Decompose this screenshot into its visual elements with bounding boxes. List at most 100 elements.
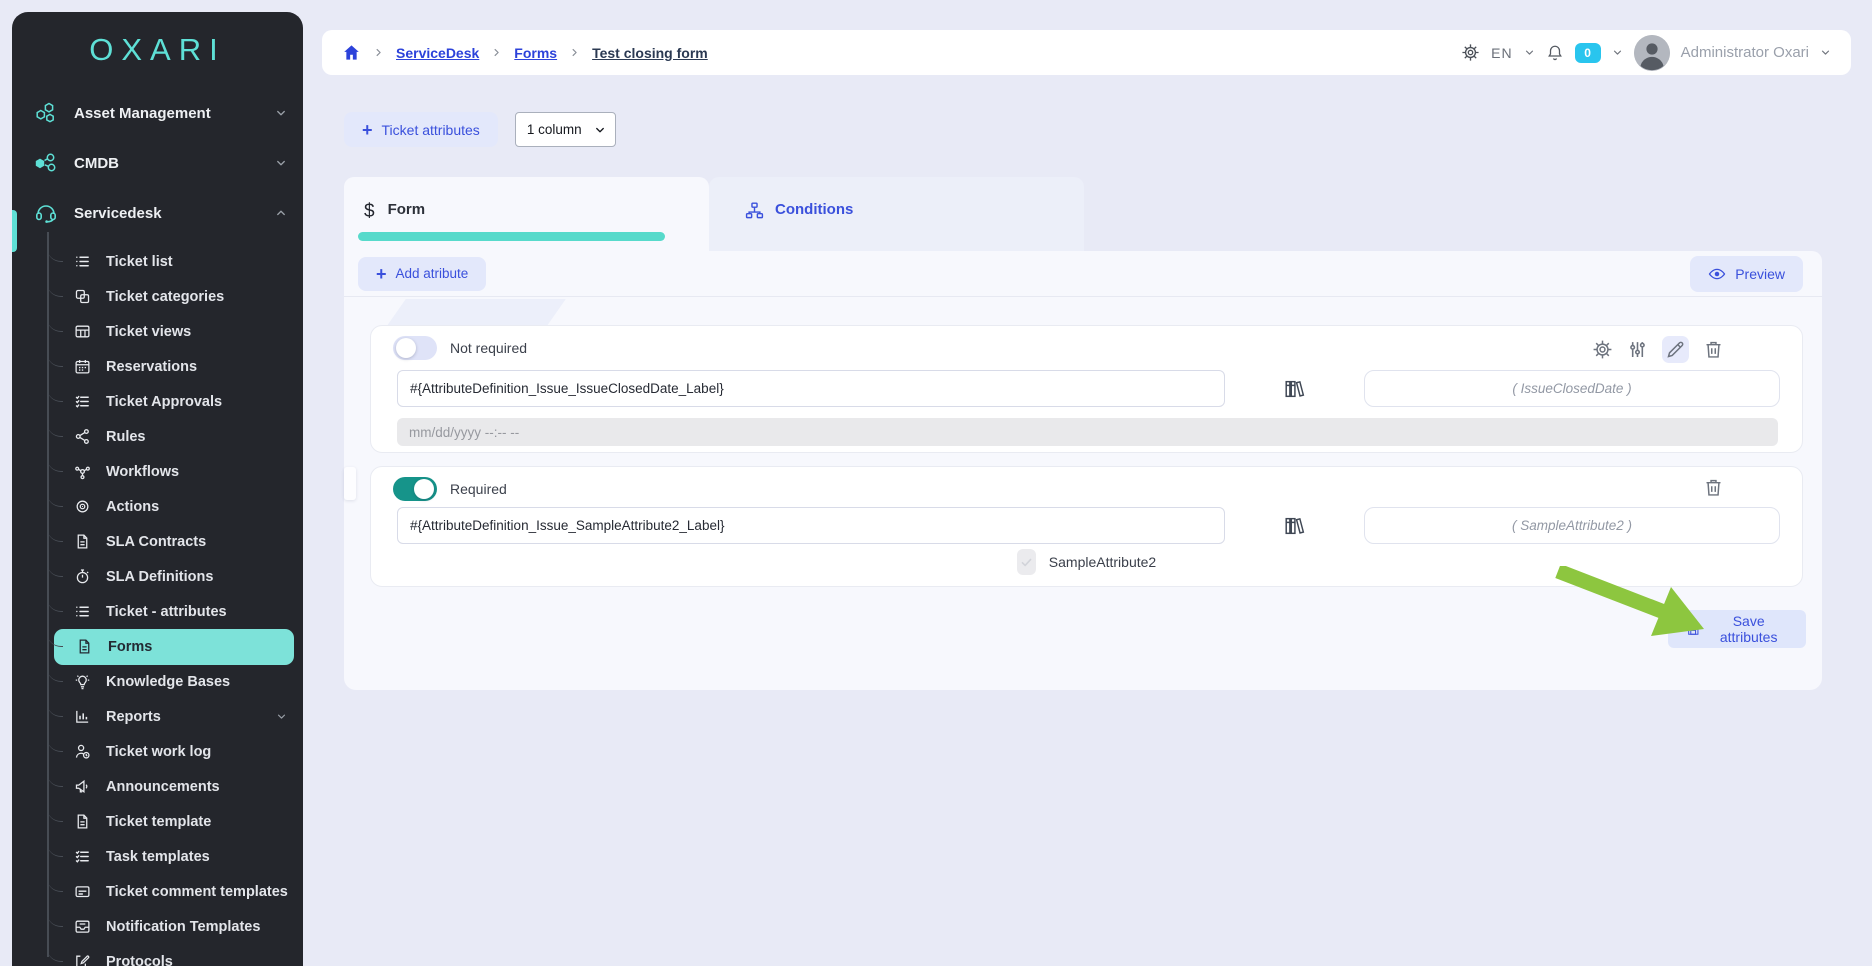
- sidebar-item-label: CMDB: [74, 155, 119, 172]
- required-toggle[interactable]: [393, 336, 437, 360]
- calendar-icon: [74, 358, 91, 375]
- sidebar-item-label: Servicedesk: [74, 205, 162, 222]
- card-icon: [74, 883, 91, 900]
- cmdb-icon: [34, 151, 58, 175]
- oxari-logo: OXARI: [12, 12, 303, 88]
- chevron-right-icon: [569, 47, 580, 58]
- translations-books-icon[interactable]: [1283, 515, 1305, 537]
- datetime-value-input[interactable]: mm/dd/yyyy --:-- --: [397, 418, 1778, 446]
- pencil-icon: [1665, 339, 1686, 360]
- sidebar: OXARI Asset Management CMDB Servicedesk …: [12, 12, 303, 966]
- form-dollar-icon: $: [364, 201, 375, 223]
- preview-button[interactable]: Preview: [1690, 256, 1803, 292]
- sidebar-item-label: Asset Management: [74, 105, 211, 122]
- save-attributes-label: Save attributes: [1709, 613, 1788, 645]
- chevron-right-icon: [491, 47, 502, 58]
- trash-icon[interactable]: [1703, 339, 1724, 360]
- sidebar-item-protocols[interactable]: Protocols: [12, 944, 303, 966]
- bulb-icon: [74, 673, 91, 690]
- attribute-label-input[interactable]: [397, 507, 1225, 544]
- topbar-actions: EN 0 Administrator Oxari: [1461, 35, 1831, 71]
- attribute-card-sampleattribute2: Required ( SampleAttribute2 ) SampleAttr…: [370, 466, 1803, 587]
- tab-form-label: Form: [388, 201, 426, 218]
- sidebar-item-label: Ticket work log: [106, 744, 211, 760]
- save-attributes-button[interactable]: Save attributes: [1668, 610, 1806, 648]
- columns-select[interactable]: 1 column: [515, 112, 616, 147]
- page-toolbar: + Ticket attributes 1 column: [344, 112, 616, 147]
- sliders-icon[interactable]: [1627, 339, 1648, 360]
- sidebar-item-label: Protocols: [106, 954, 173, 966]
- trash-icon[interactable]: [1703, 477, 1724, 498]
- sidebar-item-label: Rules: [106, 429, 146, 445]
- home-icon[interactable]: [342, 43, 361, 62]
- sample-checkbox[interactable]: [1017, 549, 1036, 575]
- chevron-down-icon[interactable]: [1524, 47, 1535, 58]
- sidebar-item-label: Ticket views: [106, 324, 191, 340]
- checklist-icon: [74, 393, 91, 410]
- user-clock-icon: [74, 743, 91, 760]
- edit-pencil-button[interactable]: [1662, 336, 1689, 363]
- sidebar-item-servicedesk[interactable]: Servicedesk: [12, 188, 303, 238]
- attribute-actions: [1703, 477, 1724, 498]
- required-toggle-label: Required: [450, 481, 507, 497]
- decorative-watermark: [386, 299, 566, 327]
- required-toggle[interactable]: [393, 477, 437, 501]
- panel-header: + Add atribute Preview: [344, 251, 1822, 297]
- breadcrumb-current: Test closing form: [592, 45, 708, 61]
- sidebar-item-label: Actions: [106, 499, 159, 515]
- chart-icon: [74, 708, 91, 725]
- translations-books-icon[interactable]: [1283, 378, 1305, 400]
- attribute-name-field[interactable]: ( SampleAttribute2 ): [1364, 507, 1780, 544]
- chevron-down-icon[interactable]: [1820, 47, 1831, 58]
- checkbox-row: SampleAttribute2: [371, 549, 1802, 575]
- checklist-icon: [74, 848, 91, 865]
- inbox-icon: [74, 918, 91, 935]
- sidebar-item-label: Ticket - attributes: [106, 604, 227, 620]
- gear-icon[interactable]: [1592, 339, 1613, 360]
- tab-strip: $ Form Conditions: [344, 177, 1084, 251]
- sidebar-item-label: Ticket categories: [106, 289, 224, 305]
- breadcrumb-link-servicedesk[interactable]: ServiceDesk: [396, 45, 479, 61]
- sidebar-item-label: Reservations: [106, 359, 197, 375]
- add-attribute-label: Add atribute: [396, 266, 469, 281]
- sidebar-item-label: Announcements: [106, 779, 220, 795]
- attribute-name-field[interactable]: ( IssueClosedDate ): [1364, 370, 1780, 407]
- plus-icon: +: [362, 121, 373, 139]
- sidebar-item-label: Ticket comment templates: [106, 884, 288, 900]
- form-builder-panel: + Add atribute Preview Not required: [344, 251, 1822, 690]
- chevron-down-icon[interactable]: [1612, 47, 1623, 58]
- sidebar-item-label: Workflows: [106, 464, 179, 480]
- columns-select-value: 1 column: [527, 122, 582, 137]
- sitemap-icon: [745, 201, 764, 220]
- tab-form[interactable]: $ Form: [344, 177, 709, 251]
- sidebar-item-cmdb[interactable]: CMDB: [12, 138, 303, 188]
- sidebar-item-label: Task templates: [106, 849, 210, 865]
- ticket-attributes-button[interactable]: + Ticket attributes: [344, 112, 498, 147]
- add-attribute-button[interactable]: + Add atribute: [358, 257, 486, 291]
- sidebar-item-label: Knowledge Bases: [106, 674, 230, 690]
- settings-gear-icon[interactable]: [1461, 43, 1480, 62]
- sidebar-item-asset-management[interactable]: Asset Management: [12, 88, 303, 138]
- attribute-label-input[interactable]: [397, 370, 1225, 407]
- save-disk-icon: [1686, 621, 1700, 638]
- ticket-attributes-label: Ticket attributes: [382, 122, 480, 138]
- tab-conditions[interactable]: Conditions: [709, 177, 1084, 251]
- checkbox-label: SampleAttribute2: [1049, 554, 1156, 570]
- language-label[interactable]: EN: [1491, 45, 1512, 61]
- chevron-down-icon: [275, 107, 287, 119]
- required-toggle-label: Not required: [450, 340, 527, 356]
- breadcrumb-link-forms[interactable]: Forms: [514, 45, 557, 61]
- servicedesk-submenu: Ticket list Ticket categories Ticket vie…: [12, 244, 303, 966]
- notifications-bell-icon[interactable]: [1546, 44, 1564, 62]
- attribute-card-issueclosed-date: Not required ( IssueClosedDate ) mm/dd/y…: [370, 325, 1803, 453]
- avatar[interactable]: [1634, 35, 1670, 71]
- table-icon: [74, 323, 91, 340]
- list-icon: [74, 253, 91, 270]
- sidebar-item-label: Ticket list: [106, 254, 173, 270]
- nodes-icon: [74, 463, 91, 480]
- notification-count-badge[interactable]: 0: [1575, 43, 1601, 63]
- document-icon: [74, 813, 91, 830]
- sidebar-item-label: Ticket template: [106, 814, 211, 830]
- breadcrumb: ServiceDesk Forms Test closing form: [342, 43, 708, 62]
- chevron-up-icon: [275, 207, 287, 219]
